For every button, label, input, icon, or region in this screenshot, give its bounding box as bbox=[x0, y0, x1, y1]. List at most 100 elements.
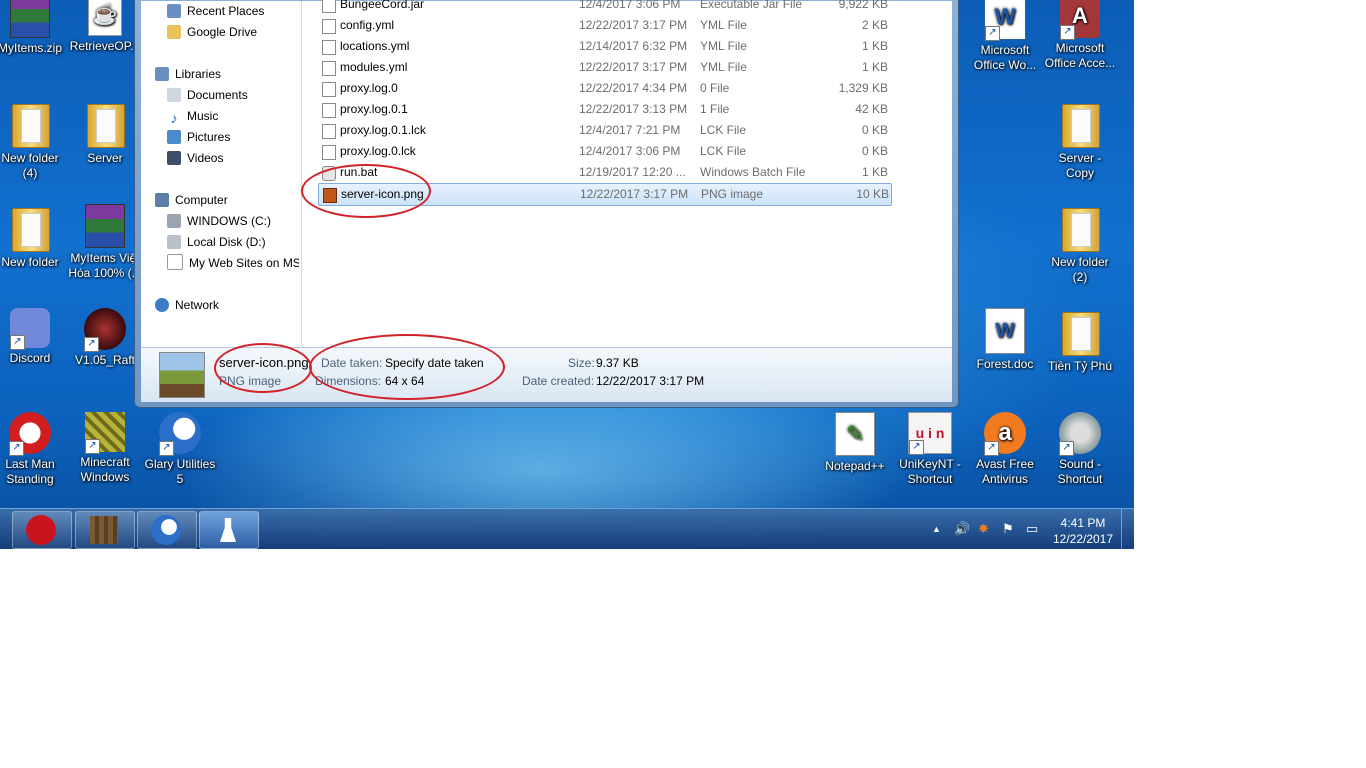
file-type: LCK File bbox=[700, 144, 747, 158]
desktop-icon-tien-ty-phu[interactable]: Tiền Tỷ Phú bbox=[1042, 306, 1118, 406]
file-name: config.yml bbox=[340, 18, 395, 32]
nav-local-disk-d[interactable]: Local Disk (D:) bbox=[167, 232, 266, 252]
clock-time: 4:41 PM bbox=[1060, 516, 1106, 530]
file-type: LCK File bbox=[700, 123, 747, 137]
volume-icon[interactable]: 🔊 bbox=[954, 521, 970, 537]
desktop-icon-label: Discord bbox=[9, 351, 51, 365]
garena-icon bbox=[26, 515, 56, 545]
nav-recent-places[interactable]: Recent Places bbox=[167, 1, 264, 21]
desktop-icon-unikey[interactable]: u i n ↗ UniKeyNT - Shortcut bbox=[892, 410, 968, 510]
winrar-archive-icon bbox=[85, 204, 125, 248]
nav-music[interactable]: ♪ Music bbox=[167, 106, 219, 126]
avast-tray-icon[interactable]: ✸ bbox=[978, 521, 989, 537]
file-list[interactable]: BungeeCord.jar 12/4/2017 3:06 PM Executa… bbox=[302, 0, 952, 347]
nav-windows-c[interactable]: WINDOWS (C:) bbox=[167, 211, 271, 231]
file-size: 1 KB bbox=[861, 60, 888, 74]
nav-libraries[interactable]: Libraries bbox=[155, 64, 221, 84]
file-row[interactable]: run.bat 12/19/2017 12:20 ... Windows Bat… bbox=[318, 162, 890, 183]
show-desktop-button[interactable] bbox=[1121, 509, 1134, 549]
desktop-icon-glary-utilities[interactable]: ↗ Glary Utilities 5 bbox=[142, 410, 218, 510]
desktop-icon-server[interactable]: Server bbox=[67, 98, 143, 198]
file-name: server-icon.png bbox=[341, 187, 424, 201]
desktop-icon-label: MyItems.zip bbox=[0, 41, 62, 55]
file-row[interactable]: proxy.log.0.1 12/22/2017 3:13 PM 1 File … bbox=[318, 99, 890, 120]
desktop-icon-microsoft-access[interactable]: A ↗ Microsoft Office Acce... bbox=[1042, 0, 1118, 92]
details-pane: server-icon.png PNG image Date taken: Sp… bbox=[141, 347, 952, 402]
desktop-icon-forest-doc[interactable]: W Forest.doc bbox=[967, 306, 1043, 406]
taskbar-cleaner-button[interactable] bbox=[199, 511, 259, 549]
desktop-icon-server-copy[interactable]: Server - Copy bbox=[1042, 98, 1118, 198]
desktop-icon-new-folder-4[interactable]: New folder (4) bbox=[0, 98, 68, 198]
nav-label: My Web Sites on MSN bbox=[189, 256, 299, 270]
taskbar-minecraft-button[interactable] bbox=[75, 511, 135, 549]
nav-google-drive[interactable]: Google Drive bbox=[167, 22, 257, 42]
nav-documents[interactable]: Documents bbox=[167, 85, 248, 105]
desktop-icon-microsoft-word[interactable]: W ↗ Microsoft Office Wo... bbox=[967, 0, 1043, 92]
file-size: 10 KB bbox=[856, 187, 889, 201]
nav-pictures[interactable]: Pictures bbox=[167, 127, 230, 147]
speaker-icon: ↗ bbox=[1059, 412, 1101, 456]
yml-file-icon bbox=[322, 19, 336, 34]
details-filename: server-icon.png bbox=[219, 355, 309, 370]
flask-icon bbox=[220, 518, 236, 542]
details-date-taken-value[interactable]: Specify date taken bbox=[385, 356, 484, 370]
navigation-pane[interactable]: Recent Places Google Drive Libraries Doc… bbox=[141, 1, 302, 347]
action-center-flag-icon[interactable]: ⚑ bbox=[1002, 521, 1014, 537]
minecraft-icon bbox=[90, 516, 118, 544]
file-date: 12/14/2017 6:32 PM bbox=[579, 39, 688, 53]
file-row[interactable]: modules.yml 12/22/2017 3:17 PM YML File … bbox=[318, 57, 890, 78]
file-row[interactable]: proxy.log.0.lck 12/4/2017 3:06 PM LCK Fi… bbox=[318, 141, 890, 162]
desktop-icon-sound[interactable]: ↗ Sound - Shortcut bbox=[1042, 410, 1118, 510]
nav-videos[interactable]: Videos bbox=[167, 148, 223, 168]
file-type: 1 File bbox=[700, 102, 730, 116]
blank-file-icon bbox=[322, 82, 336, 97]
taskbar-garena-button[interactable] bbox=[12, 511, 72, 549]
word-document-icon: W bbox=[985, 308, 1025, 354]
file-row[interactable]: proxy.log.0 12/22/2017 4:34 PM 0 File 1,… bbox=[318, 78, 890, 99]
videos-icon bbox=[167, 151, 181, 165]
desktop-icon-label: New folder (4) bbox=[1, 151, 59, 180]
file-row[interactable]: config.yml 12/22/2017 3:17 PM YML File 2… bbox=[318, 15, 890, 36]
desktop-icon-new-folder[interactable]: New folder bbox=[0, 202, 68, 302]
nav-computer[interactable]: Computer bbox=[155, 190, 228, 210]
desktop-icon-label: Microsoft Office Wo... bbox=[973, 43, 1037, 72]
nav-my-web-sites[interactable]: My Web Sites on MSN bbox=[167, 253, 299, 273]
raft-game-icon: ↗ bbox=[84, 308, 126, 352]
desktop-icon-label: V1.05_Raft bbox=[74, 353, 136, 367]
show-hidden-icons-arrow[interactable]: ▲ bbox=[932, 524, 941, 534]
network-icon bbox=[155, 298, 169, 312]
file-size: 0 KB bbox=[861, 123, 888, 137]
minecraft-block-icon: ↗ bbox=[85, 412, 125, 454]
desktop-icon-retrieveop[interactable]: ☕ RetrieveOP... bbox=[67, 0, 143, 92]
file-row[interactable]: locations.yml 12/14/2017 6:32 PM YML Fil… bbox=[318, 36, 890, 57]
computer-icon bbox=[155, 193, 169, 207]
desktop-icon-label: Last Man Standing bbox=[5, 457, 55, 486]
file-row[interactable]: BungeeCord.jar 12/4/2017 3:06 PM Executa… bbox=[318, 0, 890, 15]
desktop-icon-raft[interactable]: ↗ V1.05_Raft bbox=[67, 306, 143, 406]
glary-utilities-icon bbox=[151, 515, 181, 545]
desktop-icon-avast[interactable]: a ↗ Avast Free Antivirus bbox=[967, 410, 1043, 510]
explorer-window[interactable]: Recent Places Google Drive Libraries Doc… bbox=[134, 0, 959, 408]
details-dimensions-value: 64 x 64 bbox=[385, 374, 425, 388]
desktop-icon-discord[interactable]: ↗ Discord bbox=[0, 306, 68, 406]
desktop-icon-last-man-standing[interactable]: ↗ Last Man Standing bbox=[0, 410, 68, 510]
desktop-icon-myitems-zip[interactable]: MyItems.zip bbox=[0, 0, 68, 92]
file-date: 12/22/2017 3:17 PM bbox=[579, 18, 688, 32]
folder-icon bbox=[167, 25, 181, 39]
desktop-icon-new-folder-2[interactable]: New folder (2) bbox=[1042, 202, 1118, 302]
file-date: 12/19/2017 12:20 ... bbox=[579, 165, 686, 179]
file-size: 1 KB bbox=[861, 39, 888, 53]
nav-network[interactable]: Network bbox=[155, 295, 219, 315]
desktop-icon-minecraft-windows[interactable]: ↗ Minecraft Windows bbox=[67, 410, 143, 510]
file-row-selected[interactable]: server-icon.png 12/22/2017 3:17 PM PNG i… bbox=[318, 183, 892, 206]
network-tray-icon[interactable]: ▭ bbox=[1026, 521, 1038, 537]
desktop-icon-notepadpp[interactable]: ✎ Notepad++ bbox=[817, 410, 893, 510]
taskbar-glary-button[interactable] bbox=[137, 511, 197, 549]
taskbar-clock[interactable]: 4:41 PM 12/22/2017 bbox=[1048, 515, 1118, 547]
file-row[interactable]: proxy.log.0.1.lck 12/4/2017 7:21 PM LCK … bbox=[318, 120, 890, 141]
desktop-icon-myitems-viet-hoa[interactable]: MyItems Việt Hóa 100% (... bbox=[67, 202, 143, 302]
desktop-icon-label: Notepad++ bbox=[825, 459, 885, 473]
file-name: modules.yml bbox=[340, 60, 408, 74]
shortcut-arrow-icon: ↗ bbox=[85, 439, 100, 454]
desktop-icon-label: MyItems Việt Hóa 100% (... bbox=[68, 251, 142, 280]
